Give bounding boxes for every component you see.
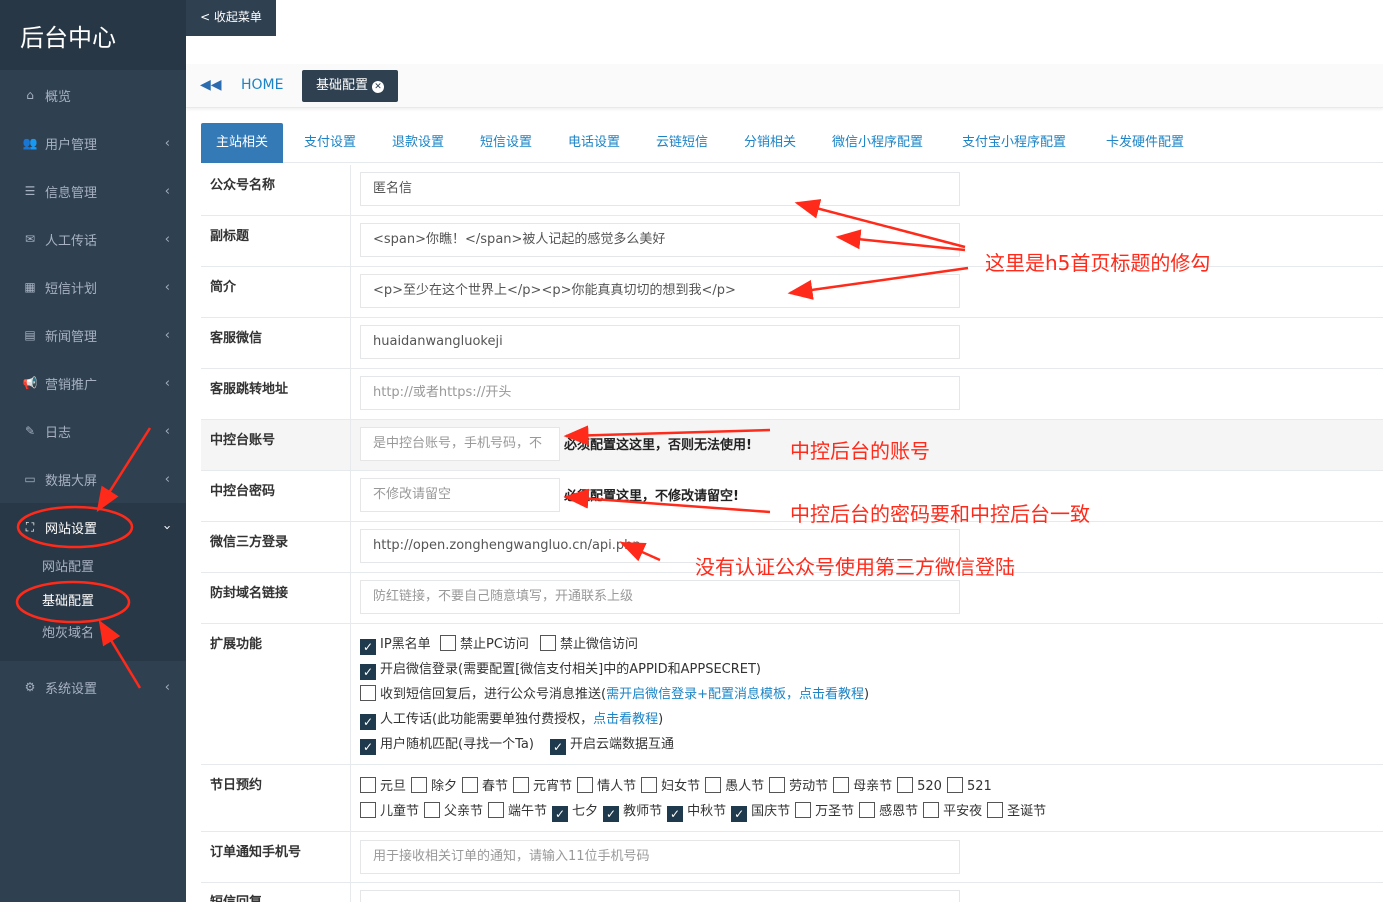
annotation-arrow bbox=[96, 427, 152, 513]
annotation-arrow bbox=[619, 541, 661, 562]
annotation-arrow bbox=[98, 619, 142, 689]
annotation-ctrl-password: 中控后台的密码要和中控后台一致 bbox=[790, 502, 1090, 526]
annotation-arrow bbox=[787, 266, 969, 300]
annotation-arrow bbox=[563, 425, 771, 446]
annotation-h5-title: 这里是h5首页标题的修勾 bbox=[985, 251, 1211, 275]
annotation-wechat-login: 没有认证公众号使用第三方微信登陆 bbox=[695, 555, 1015, 579]
annotation-arrow bbox=[835, 229, 966, 252]
annotation-circle bbox=[16, 505, 134, 549]
annotation-ctrl-account: 中控后台的账号 bbox=[790, 439, 930, 463]
annotation-overlay bbox=[15, 199, 969, 689]
annotation-arrow bbox=[563, 488, 771, 514]
annotation-circle bbox=[15, 580, 131, 624]
